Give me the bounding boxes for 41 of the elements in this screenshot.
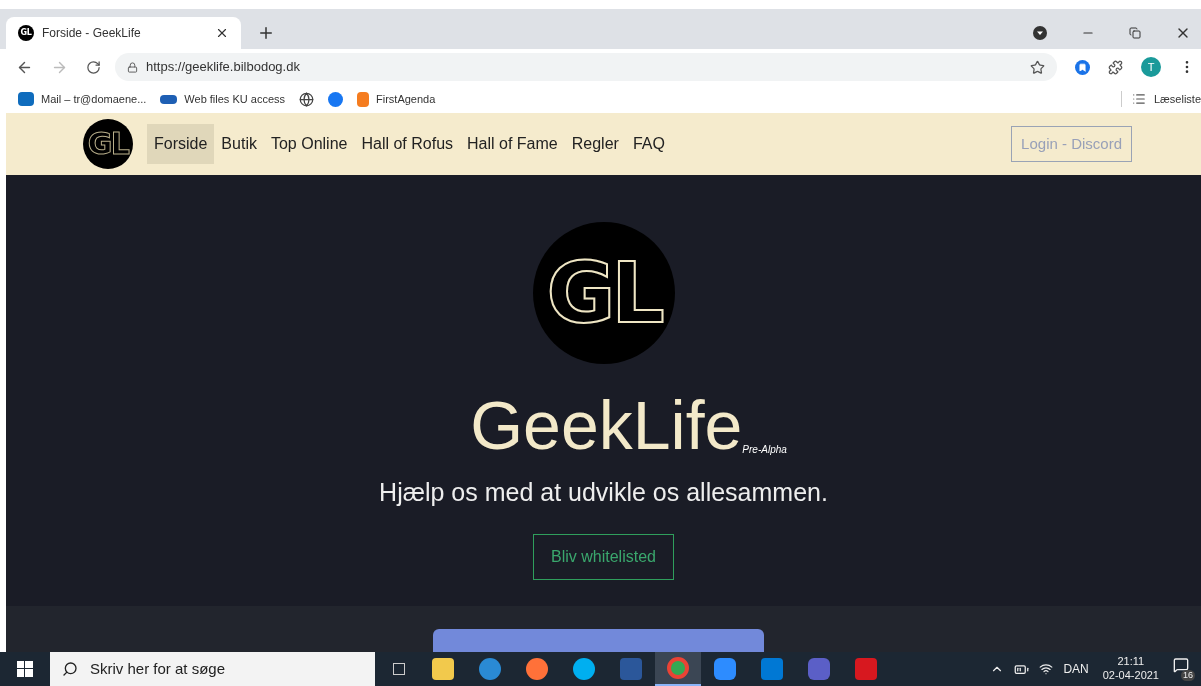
nav-link[interactable]: Forside: [147, 124, 215, 164]
restore-icon[interactable]: [1129, 27, 1141, 39]
tab-title: Forside - GeekLife: [42, 25, 142, 42]
whitelist-button[interactable]: Bliv whitelisted: [533, 533, 674, 580]
extension-icon[interactable]: [1075, 59, 1090, 75]
site-logo: GL: [83, 119, 133, 169]
search-icon: [62, 661, 78, 677]
nav-link[interactable]: FAQ: [625, 124, 672, 164]
bookmark-link[interactable]: Web files KU access: [184, 90, 285, 108]
pre-alpha-label: Pre-Alpha: [742, 444, 787, 457]
notifications-button[interactable]: 16: [1173, 657, 1195, 681]
tab-search-icon[interactable]: [1033, 26, 1047, 40]
tab-favicon: GL: [18, 25, 34, 41]
bookmark-link[interactable]: FirstAgenda: [376, 90, 436, 108]
url-text: https://geeklife.bilbodog.dk: [146, 58, 301, 77]
taskbar-search-field[interactable]: Skriv her for at søge: [50, 652, 375, 686]
globe-icon: [299, 91, 314, 107]
close-icon[interactable]: [215, 26, 229, 40]
hero-title: GeekLife: [470, 391, 743, 459]
lock-icon: [127, 61, 138, 73]
star-icon[interactable]: [1030, 59, 1045, 75]
address-bar[interactable]: https://geeklife.bilbodog.dk: [115, 53, 1057, 81]
reading-list-icon[interactable]: [1131, 92, 1146, 106]
browser-tab[interactable]: GL Forside - GeekLife: [6, 17, 241, 49]
hero-tagline: Hjælp os med at udvikle os allesammen.: [379, 477, 828, 508]
reading-list-link[interactable]: Læseliste: [1153, 90, 1201, 108]
windows-logo-icon: [17, 661, 33, 677]
reload-icon[interactable]: [86, 59, 101, 75]
language-indicator[interactable]: DAN: [1063, 660, 1089, 678]
nav-link[interactable]: Butik: [214, 124, 264, 164]
bookmark-link[interactable]: Mail – tr@domaene...: [41, 90, 147, 108]
nav-link[interactable]: Regler: [564, 124, 626, 164]
extensions-icon[interactable]: [1108, 59, 1123, 75]
new-tab-icon[interactable]: [257, 24, 275, 42]
nav-link[interactable]: Hall of Rofus: [354, 124, 461, 164]
nav-link[interactable]: Top Online: [263, 124, 355, 164]
hero-logo: GL: [532, 222, 675, 364]
nav-link[interactable]: Hall of Fame: [460, 124, 565, 164]
wifi-icon[interactable]: [1039, 662, 1054, 676]
chrome-taskbar-button[interactable]: [655, 652, 701, 686]
clock[interactable]: 21:11 02-04-2021: [1102, 655, 1159, 683]
